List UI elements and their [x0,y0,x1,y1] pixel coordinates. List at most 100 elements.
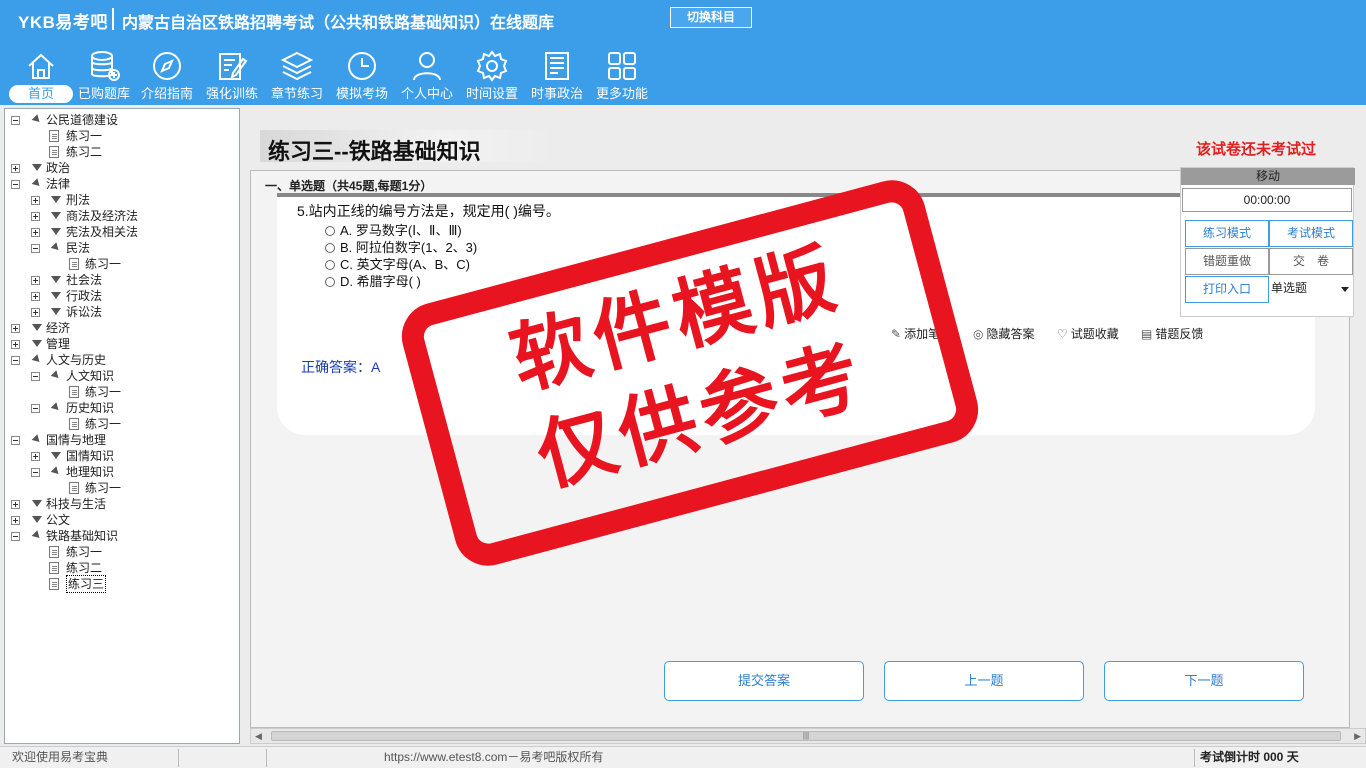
tree-node-label: 国情与地理 [46,433,107,447]
collapsed-triangle-icon [32,516,42,523]
error-feedback-button[interactable]: ▤ 错题反馈 [1141,325,1203,342]
submit-answer-button[interactable]: 提交答案 [664,661,864,701]
expanded-triangle-icon [50,242,62,253]
expand-icon[interactable] [31,228,40,237]
tree-node-label: 宪法及相关法 [66,225,139,239]
option-b-label: B. 阿拉伯数字(1、2、3) [340,240,478,255]
collapsed-triangle-icon [51,308,61,315]
tree-node-label: 公文 [46,513,71,527]
toolbar-guide[interactable]: 介绍指南 [134,47,200,103]
horizontal-scrollbar[interactable]: ◀ ||| ▶ [250,728,1366,744]
next-question-button[interactable]: 下一题 [1104,661,1304,701]
collapse-icon[interactable] [11,436,20,445]
scrollbar-thumb[interactable]: ||| [271,731,1341,741]
collapse-icon[interactable] [31,244,40,253]
scroll-right-icon[interactable]: ▶ [1354,731,1361,742]
expand-icon[interactable] [11,340,20,349]
toolbar-personal[interactable]: 个人中心 [394,47,460,103]
toolbar-mock-exam[interactable]: 模拟考场 [329,47,395,103]
news-icon [545,52,569,80]
expand-icon[interactable] [31,452,40,461]
tree-node-label: 历史知识 [66,401,115,415]
radio-icon[interactable] [325,226,335,236]
expand-icon[interactable] [31,308,40,317]
scroll-left-icon[interactable]: ◀ [255,731,262,742]
toolbar-home-label: 首页 [9,85,73,103]
favorite-button[interactable]: ♡ 试题收藏 [1057,325,1119,342]
tree-leaf-label: 练习一 [85,417,122,431]
chapter-tree: 公民道德建设 练习一 练习二 政治 法律 刑法 商法及经济法 宪法及相关法 民法 [4,108,240,744]
exam-mode-button[interactable]: 考试模式 [1269,220,1353,247]
collapsed-triangle-icon [51,452,61,459]
hand-in-button[interactable]: 交 卷 [1269,248,1353,275]
document-edit-icon [49,578,59,590]
tree-node-label: 科技与生活 [46,497,107,511]
error-feedback-label: 错题反馈 [1155,327,1204,341]
prev-question-button[interactable]: 上一题 [884,661,1084,701]
expand-icon[interactable] [11,324,20,333]
practice-mode-button[interactable]: 练习模式 [1185,220,1269,247]
toolbar-guide-label: 介绍指南 [140,86,193,101]
tree-leaf-label: 练习一 [66,129,103,143]
expanded-triangle-icon [31,530,43,541]
hide-answer-button[interactable]: ◎ 隐藏答案 [973,325,1035,342]
option-d-label: D. 希腊字母( ) [340,274,421,289]
collapse-icon[interactable] [11,356,20,365]
print-button[interactable]: 打印入口 [1185,276,1269,303]
collapsed-triangle-icon [32,164,42,171]
radio-icon[interactable] [325,243,335,253]
dropdown-caret-icon [1341,287,1349,292]
toolbar-purchased-bank-label: 已购题库 [77,86,130,101]
tree-leaf-label: 练习一 [85,481,122,495]
collapsed-triangle-icon [32,340,42,347]
collapse-icon[interactable] [11,180,20,189]
collapse-icon[interactable] [31,372,40,381]
radio-icon[interactable] [325,277,335,287]
status-bar: 欢迎使用易考宝典 https://www.etest8.com－易考吧版权所有 … [0,746,1366,768]
status-welcome: 欢迎使用易考宝典 [12,750,109,764]
redo-wrong-button[interactable]: 错题重做 [1185,248,1269,275]
switch-subject-button[interactable]: 切换科目 [670,7,752,28]
collapsed-triangle-icon [32,324,42,331]
expand-icon[interactable] [11,500,20,509]
toolbar-chapter[interactable]: 章节练习 [264,47,330,103]
question-type-select[interactable]: 单选题 [1269,276,1353,303]
collapse-icon[interactable] [11,532,20,541]
hide-answer-label: 隐藏答案 [986,327,1035,341]
expand-icon[interactable] [31,212,40,221]
compass-icon [153,52,181,80]
tree-node-label: 经济 [46,321,71,335]
collapse-icon[interactable] [31,468,40,477]
document-icon [49,146,59,158]
tree-node-label: 铁路基础知识 [46,529,119,543]
toolbar-current-affairs[interactable]: 时事政治 [524,47,590,103]
exam-status-text: 该试卷还未考试过 [1196,141,1317,158]
option-d[interactable]: D. 希腊字母( ) [325,271,421,290]
tree-node-label: 社会法 [66,273,103,287]
document-icon [69,418,79,430]
tree-node-label: 法律 [46,177,71,191]
toolbar-time-settings[interactable]: 时间设置 [459,47,525,103]
expand-icon[interactable] [31,276,40,285]
option-a-label: A. 罗马数字(Ⅰ、Ⅱ、Ⅲ) [340,223,462,238]
expand-icon[interactable] [31,292,40,301]
toolbar-more[interactable]: 更多功能 [589,47,655,103]
toolbar-home[interactable]: 首页 [8,47,74,103]
status-separator [1194,749,1195,767]
question-text: 5.站内正线的编号方法是，规定用( )编号。 [297,203,560,219]
toolbar-intensive[interactable]: 强化训练 [199,47,265,103]
expand-icon[interactable] [11,164,20,173]
expand-icon[interactable] [11,516,20,525]
collapse-icon[interactable] [11,116,20,125]
tree-node-label: 刑法 [66,193,91,207]
move-handle[interactable]: 移动 [1181,168,1355,185]
collapse-icon[interactable] [31,404,40,413]
expanded-triangle-icon [31,434,43,445]
question-type-value: 单选题 [1271,281,1308,295]
toolbar-purchased-bank[interactable]: 已购题库 [71,47,137,103]
collapsed-triangle-icon [32,500,42,507]
document-icon [69,386,79,398]
tree-node-label: 管理 [46,337,71,351]
radio-icon[interactable] [325,260,335,270]
expand-icon[interactable] [31,196,40,205]
